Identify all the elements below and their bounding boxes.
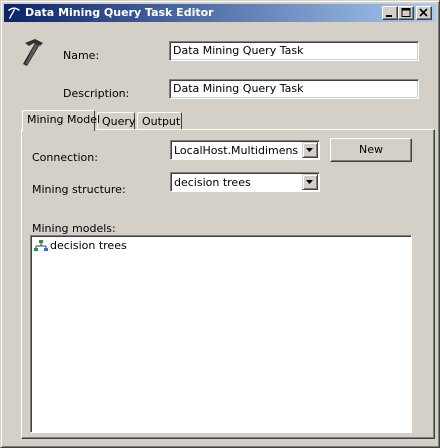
maximize-button[interactable]	[398, 6, 414, 20]
pickaxe-icon	[8, 7, 20, 19]
maximize-icon	[401, 8, 411, 17]
mining-structure-dropdown-button[interactable]	[302, 174, 318, 190]
model-name: decision trees	[50, 239, 127, 252]
mining-structure-label: Mining structure:	[32, 183, 126, 196]
tab-output[interactable]: Output	[137, 112, 182, 130]
connection-dropdown-button[interactable]	[302, 142, 318, 158]
mining-structure-select[interactable]: decision trees	[170, 172, 320, 192]
editor-window: Data Mining Query Task Editor Name: Data…	[0, 0, 440, 448]
mining-model-panel: Connection: LocalHost.MultidimensionalP …	[21, 129, 435, 439]
name-label: Name:	[63, 49, 100, 62]
mining-models-label: Mining models:	[32, 222, 116, 235]
new-connection-button[interactable]: New	[330, 138, 412, 162]
chevron-down-icon	[306, 180, 313, 184]
connection-label: Connection:	[32, 151, 98, 164]
mining-structure-value: decision trees	[174, 176, 251, 189]
tab-query[interactable]: Query	[97, 112, 135, 130]
name-field[interactable]: Data Mining Query Task	[169, 41, 419, 61]
connection-select[interactable]: LocalHost.MultidimensionalP	[170, 140, 320, 160]
description-field[interactable]: Data Mining Query Task	[169, 79, 419, 99]
minimize-button[interactable]	[382, 6, 398, 20]
close-icon	[419, 8, 428, 17]
tab-mining-model[interactable]: Mining Model	[22, 110, 100, 131]
chevron-down-icon	[306, 148, 313, 152]
tree-model-icon	[34, 240, 48, 251]
mining-models-list[interactable]: decision trees	[30, 235, 412, 433]
close-button[interactable]	[416, 6, 432, 20]
window-title: Data Mining Query Task Editor	[25, 6, 214, 19]
description-label: Description:	[63, 87, 130, 100]
connection-value: LocalHost.MultidimensionalP	[174, 144, 299, 157]
title-bar[interactable]: Data Mining Query Task Editor	[4, 4, 436, 22]
hammer-icon	[23, 39, 43, 66]
minimize-icon	[386, 15, 392, 17]
